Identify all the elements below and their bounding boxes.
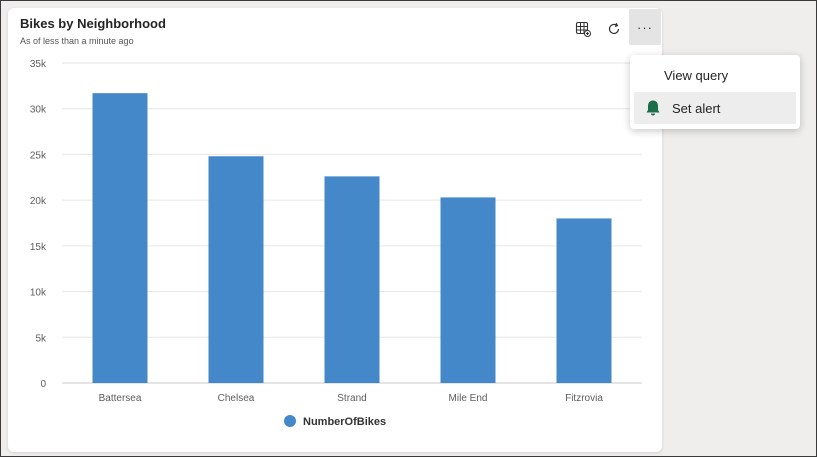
x-tick-label: Fitzrovia — [565, 393, 603, 404]
y-tick-label: 0 — [40, 379, 46, 390]
x-tick-label: Chelsea — [218, 393, 255, 404]
x-tick-label: Strand — [337, 393, 366, 404]
view-query-label: View query — [664, 67, 729, 83]
y-tick-label: 10k — [30, 288, 47, 299]
y-tick-label: 15k — [30, 242, 47, 253]
bar[interactable] — [324, 176, 380, 383]
y-tick-label: 35k — [30, 59, 47, 70]
y-tick-label: 20k — [30, 196, 47, 207]
legend-marker — [284, 415, 296, 427]
x-tick-label: Battersea — [99, 393, 142, 404]
menu-item-set-alert[interactable]: Set alert — [634, 92, 796, 124]
y-tick-label: 25k — [30, 150, 47, 161]
legend-label[interactable]: NumberOfBikes — [303, 416, 386, 428]
y-tick-label: 30k — [30, 105, 47, 116]
menu-item-view-query[interactable]: View query — [634, 59, 796, 91]
y-tick-label: 5k — [35, 333, 47, 344]
bar[interactable] — [556, 218, 612, 383]
bar[interactable] — [440, 197, 496, 383]
set-alert-label: Set alert — [672, 100, 721, 116]
x-tick-label: Mile End — [449, 393, 488, 404]
context-menu: View query Set alert — [630, 55, 800, 129]
bell-icon — [644, 99, 662, 117]
bar[interactable] — [208, 156, 264, 383]
bar[interactable] — [92, 93, 148, 384]
